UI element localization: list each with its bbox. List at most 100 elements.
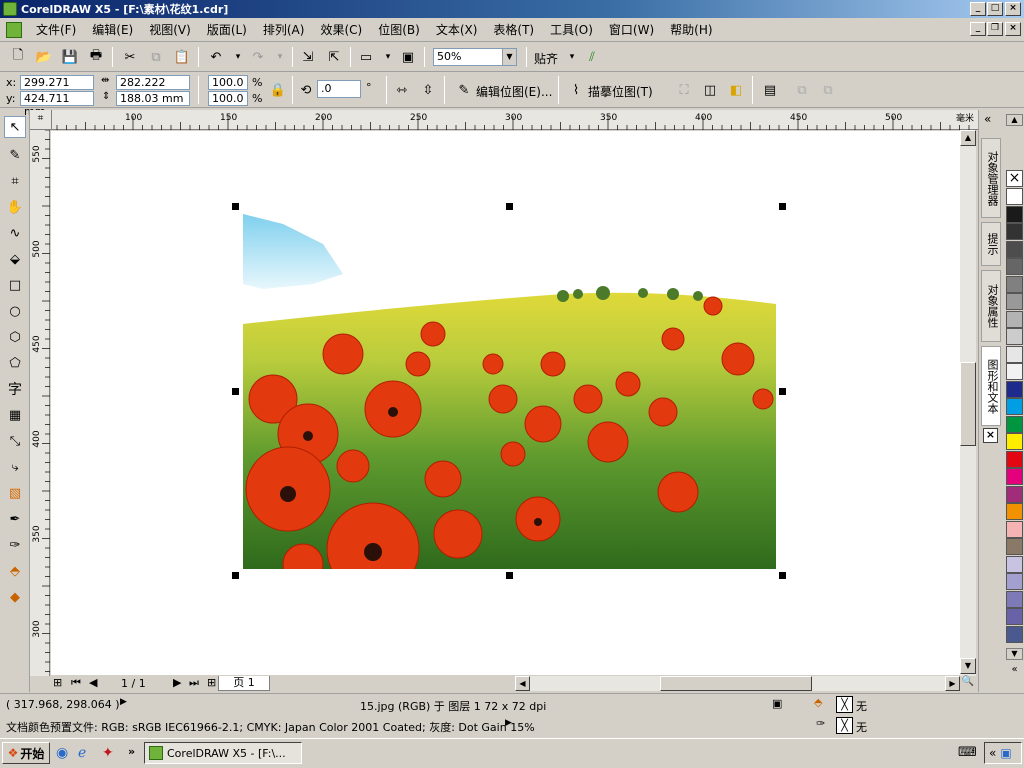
pick-tool-icon[interactable]: ↖ xyxy=(4,116,26,138)
close-button[interactable]: × xyxy=(1005,2,1021,16)
color-swatch[interactable] xyxy=(1006,328,1023,345)
undo-dropdown-icon[interactable]: ▾ xyxy=(228,47,248,67)
horizontal-scrollbar[interactable]: ◀ ▶ xyxy=(515,676,960,691)
edit-bitmap-icon[interactable]: ✎ xyxy=(454,80,474,100)
maximize-button[interactable]: □ xyxy=(987,2,1003,16)
menu-layout[interactable]: 版面(L) xyxy=(199,21,255,38)
pan-tool-icon[interactable]: ✋ xyxy=(4,196,26,218)
color-swatch[interactable] xyxy=(1006,205,1023,223)
palette-expand-icon[interactable]: « xyxy=(1006,664,1023,678)
mirror-horizontal-icon[interactable]: ⇿ xyxy=(392,80,412,100)
handle-bottom-left[interactable] xyxy=(232,572,239,579)
x-position-field[interactable]: 299.271 mm xyxy=(20,75,94,102)
eyedropper-icon[interactable]: ✒ xyxy=(4,508,26,530)
docker-tab-object-properties[interactable]: 对象属性 xyxy=(981,270,1001,342)
palette-scroll-up-icon[interactable]: ▲ xyxy=(1006,114,1023,126)
docker-close-icon[interactable]: × xyxy=(983,428,998,443)
fill-none-swatch[interactable]: ╳ xyxy=(836,696,853,713)
blend-tool-icon[interactable]: ▧ xyxy=(4,482,26,504)
quicklaunch-more[interactable]: » xyxy=(128,745,135,758)
color-swatch[interactable] xyxy=(1006,398,1023,415)
shape-tool-icon[interactable]: ✎ xyxy=(4,144,26,166)
trace-bitmap-button[interactable]: 描摹位图(T) xyxy=(588,83,653,100)
color-swatch[interactable] xyxy=(1006,380,1023,398)
crop-bitmap-icon[interactable]: ⛶ xyxy=(674,80,694,100)
fill-tool-icon[interactable]: ⬘ xyxy=(4,560,26,582)
to-back-icon[interactable]: ⧉ xyxy=(818,80,838,100)
menu-text[interactable]: 文本(X) xyxy=(428,21,486,38)
launcher-dropdown-icon[interactable]: ▾ xyxy=(378,47,398,67)
paste-icon[interactable]: 📋 xyxy=(172,47,192,67)
color-swatch[interactable] xyxy=(1006,503,1023,520)
previous-page-icon[interactable]: ◀ xyxy=(89,676,97,689)
import-icon[interactable]: ⇲ xyxy=(298,47,318,67)
ie-icon[interactable]: ℯ xyxy=(78,745,86,761)
menu-tools[interactable]: 工具(O) xyxy=(542,21,601,38)
handle-middle-left[interactable] xyxy=(232,388,239,395)
smart-fill-icon[interactable]: ⬙ xyxy=(4,248,26,270)
scroll-down-icon[interactable]: ▼ xyxy=(960,658,976,674)
menu-arrange[interactable]: 排列(A) xyxy=(255,21,313,38)
color-swatch[interactable] xyxy=(1006,450,1023,468)
y-position-field[interactable]: 424.711 mm xyxy=(20,91,94,118)
handle-top-right[interactable] xyxy=(779,203,786,210)
color-swatch[interactable] xyxy=(1006,485,1023,503)
bitmap-color-mask-icon[interactable]: ◫ xyxy=(700,80,720,100)
rotation-angle-field[interactable]: .0 xyxy=(317,80,361,98)
drawing-canvas[interactable] xyxy=(51,131,961,675)
height-field[interactable]: 188.03 mm xyxy=(116,91,190,106)
text-tool-icon[interactable]: 字 xyxy=(4,378,26,400)
last-page-icon[interactable]: ⏭ xyxy=(189,676,199,690)
print-icon[interactable]: 🖶 xyxy=(86,47,106,67)
edit-bitmap-button[interactable]: 编辑位图(E)... xyxy=(476,83,552,100)
cut-icon[interactable]: ✂ xyxy=(120,47,140,67)
browser-icon[interactable]: ◉ xyxy=(56,745,68,761)
color-swatch[interactable] xyxy=(1006,573,1023,590)
handle-top-left[interactable] xyxy=(232,203,239,210)
color-swatch[interactable] xyxy=(1006,415,1023,433)
color-swatch[interactable] xyxy=(1006,345,1023,363)
lock-ratio-icon[interactable]: 🔒 xyxy=(268,80,288,100)
next-page-icon[interactable]: ▶ xyxy=(173,676,181,689)
welcome-screen-icon[interactable]: ▣ xyxy=(398,47,418,67)
color-swatch[interactable] xyxy=(1006,258,1023,275)
color-profile-info[interactable]: 文档颜色预置文件: RGB: sRGB IEC61966-2.1; CMYK: … xyxy=(6,719,535,735)
freehand-tool-icon[interactable]: ∿ xyxy=(4,222,26,244)
tray-area[interactable]: «▣ xyxy=(984,742,1022,764)
color-swatch[interactable] xyxy=(1006,275,1023,293)
minimize-button[interactable]: _ xyxy=(970,2,986,16)
doc-close-button[interactable]: × xyxy=(1005,22,1021,36)
width-field[interactable]: 282.222 mm xyxy=(116,75,190,102)
scroll-right-icon[interactable]: ▶ xyxy=(945,676,960,691)
start-button[interactable]: ❖ 开始 xyxy=(2,742,50,764)
menu-bitmaps[interactable]: 位图(B) xyxy=(370,21,428,38)
outline-none-swatch[interactable]: ╳ xyxy=(836,717,853,734)
keyboard-icon[interactable]: ⌨ xyxy=(958,745,977,760)
vertical-ruler[interactable]: 550 500 450 400 350 300 xyxy=(30,130,50,676)
color-swatch[interactable] xyxy=(1006,590,1023,608)
horizontal-ruler[interactable]: 100 150 200 250 300 350 400 450 500 毫米 xyxy=(52,110,978,130)
zoom-level-select[interactable]: 50% ▼ xyxy=(433,48,517,66)
docker-tab-hints[interactable]: 提示 xyxy=(981,222,1001,266)
table-tool-icon[interactable]: ▦ xyxy=(4,404,26,426)
color-swatch[interactable] xyxy=(1006,433,1023,450)
export-icon[interactable]: ⇱ xyxy=(324,47,344,67)
undo-icon[interactable]: ↶ xyxy=(206,47,226,67)
menu-edit[interactable]: 编辑(E) xyxy=(84,21,141,38)
vertical-scroll-thumb[interactable] xyxy=(960,362,976,446)
menu-file[interactable]: 文件(F) xyxy=(28,21,84,38)
color-swatch[interactable] xyxy=(1006,310,1023,328)
docker-collapse-icon[interactable]: « xyxy=(984,112,991,126)
polygon-tool-icon[interactable]: ⬡ xyxy=(4,326,26,348)
palette-scroll-down-icon[interactable]: ▼ xyxy=(1006,648,1023,660)
docker-tab-graphics-text[interactable]: 图形和文本 xyxy=(981,346,1001,426)
doc-minimize-button[interactable]: _ xyxy=(970,22,986,36)
first-page-icon[interactable]: ⏮ xyxy=(71,676,81,690)
rectangle-tool-icon[interactable]: □ xyxy=(4,274,26,296)
handle-bottom-right[interactable] xyxy=(779,572,786,579)
status-arrow-icon[interactable]: ▶ xyxy=(120,697,127,707)
scale-width-field[interactable]: 100.0 xyxy=(208,75,248,90)
color-swatch[interactable] xyxy=(1006,538,1023,555)
snap-to-label[interactable]: 贴齐 xyxy=(534,50,558,67)
no-color-swatch[interactable]: × xyxy=(1006,170,1023,187)
